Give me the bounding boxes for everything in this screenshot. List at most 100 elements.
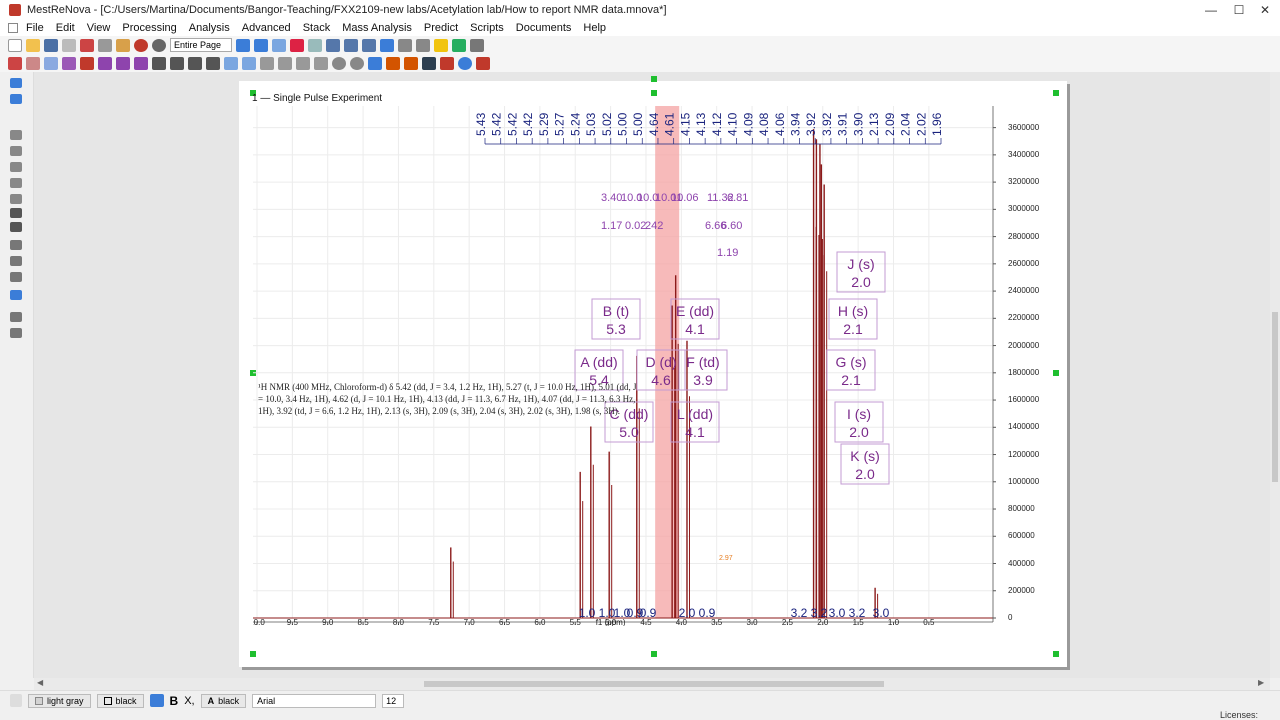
table-panel-icon[interactable]	[10, 290, 22, 300]
line-color-button[interactable]: black	[96, 693, 144, 708]
menu-file[interactable]: File	[20, 22, 50, 34]
gear-icon[interactable]	[332, 56, 346, 70]
fourier-transform-icon[interactable]	[44, 56, 58, 70]
molecule-icon[interactable]	[386, 56, 400, 70]
integration-icon[interactable]	[152, 56, 166, 70]
layers-icon[interactable]	[10, 272, 22, 282]
rectangle-tool-icon[interactable]	[10, 130, 22, 140]
redo-icon[interactable]	[152, 38, 166, 52]
menu-documents[interactable]: Documents	[510, 22, 578, 34]
table-icon[interactable]	[260, 56, 274, 70]
visibility-icon[interactable]	[10, 256, 22, 266]
prediction-icon[interactable]	[314, 56, 328, 70]
paste-icon[interactable]	[116, 38, 130, 52]
text-tool-icon[interactable]	[10, 162, 22, 172]
info-icon[interactable]	[458, 56, 472, 70]
save-icon[interactable]	[44, 38, 58, 52]
assignment-icon[interactable]	[404, 56, 418, 70]
zoom-in-icon[interactable]	[254, 38, 268, 52]
page-zoom-select[interactable]: Entire Page	[170, 38, 232, 52]
crosshair-icon[interactable]	[380, 38, 394, 52]
run-icon[interactable]	[452, 38, 466, 52]
resize-handle[interactable]	[1053, 651, 1059, 657]
minimize-button[interactable]: —	[1196, 0, 1226, 20]
open-folder-icon[interactable]	[26, 38, 40, 52]
horizontal-scroll-thumb[interactable]	[424, 681, 884, 687]
resize-handle[interactable]	[1053, 370, 1059, 376]
fill-color-button[interactable]: light gray	[28, 693, 91, 708]
font-color-button[interactable]: A black	[200, 693, 247, 708]
superimpose-icon[interactable]	[242, 56, 256, 70]
flip-icon[interactable]	[10, 240, 22, 250]
spectrum-view-icon[interactable]	[362, 38, 376, 52]
report-icon[interactable]	[278, 56, 292, 70]
bold-button[interactable]: B	[170, 694, 179, 708]
multiplet-analysis-icon[interactable]	[188, 56, 202, 70]
f2-axis-icon[interactable]	[26, 56, 40, 70]
resize-handle[interactable]	[651, 651, 657, 657]
nmr-report-text[interactable]: ¹H NMR (400 MHz, Chloroform-d) δ 5.42 (d…	[258, 381, 638, 417]
undo-icon[interactable]	[134, 38, 148, 52]
print-preview-icon[interactable]	[80, 38, 94, 52]
list-panel-icon[interactable]	[10, 94, 22, 104]
horizontal-scrollbar[interactable]: ◀ ▶	[34, 678, 1270, 690]
select-tool-icon[interactable]	[236, 38, 250, 52]
f1-axis-icon[interactable]	[8, 56, 22, 70]
copy-icon[interactable]	[98, 38, 112, 52]
zoom-out-icon[interactable]	[290, 38, 304, 52]
scroll-left-icon[interactable]: ◀	[37, 678, 43, 687]
fit-icon[interactable]	[416, 38, 430, 52]
pan-icon[interactable]	[308, 38, 322, 52]
close-button[interactable]: ✕	[1250, 0, 1280, 20]
arrow-icon[interactable]	[422, 56, 436, 70]
pointer-icon[interactable]	[10, 694, 22, 707]
new-document-icon[interactable]	[8, 38, 22, 52]
vertical-scroll-thumb[interactable]	[1272, 312, 1278, 482]
verify-icon[interactable]	[440, 56, 454, 70]
menu-help[interactable]: Help	[577, 22, 612, 34]
menu-edit[interactable]: Edit	[50, 22, 81, 34]
search-icon[interactable]	[368, 56, 382, 70]
menu-stack[interactable]: Stack	[297, 22, 337, 34]
font-family-select[interactable]: Arial	[252, 693, 377, 708]
align-icon[interactable]	[10, 222, 22, 232]
baseline-correction-icon[interactable]	[116, 56, 130, 70]
subscript-button[interactable]: X,	[184, 695, 194, 707]
pin-icon[interactable]	[10, 328, 22, 338]
resize-handle[interactable]	[1053, 90, 1059, 96]
menu-view[interactable]: View	[81, 22, 117, 34]
menu-scripts[interactable]: Scripts	[464, 22, 510, 34]
menu-advanced[interactable]: Advanced	[236, 22, 297, 34]
nmr-spectrum-chart[interactable]: 5.43 5.42 5.42 5.42 5.29 5.27 5.24 5.03 5.02 5.00…	[253, 106, 1003, 626]
print-icon[interactable]	[62, 38, 76, 52]
font-size-select[interactable]: 12	[382, 693, 405, 708]
structure-icon[interactable]	[296, 56, 310, 70]
scale-tool-icon[interactable]	[398, 38, 412, 52]
stack-view-icon[interactable]	[224, 56, 238, 70]
menu-analysis[interactable]: Analysis	[183, 22, 236, 34]
vertical-scrollbar[interactable]	[1270, 72, 1280, 678]
image-tool-icon[interactable]	[10, 194, 22, 204]
menu-processing[interactable]: Processing	[116, 22, 182, 34]
bar-chart-icon[interactable]	[326, 38, 340, 52]
settings-icon[interactable]	[350, 56, 364, 70]
j-coupling-icon[interactable]	[206, 56, 220, 70]
phase-correction-icon[interactable]	[98, 56, 112, 70]
line-tool-icon[interactable]	[10, 146, 22, 156]
vertical-scale-icon[interactable]	[344, 38, 358, 52]
resize-handle[interactable]	[250, 651, 256, 657]
pages-panel-icon[interactable]	[10, 78, 22, 88]
zero-filling-icon[interactable]	[80, 56, 94, 70]
resize-handle[interactable]	[651, 90, 657, 96]
menu-mass-analysis[interactable]: Mass Analysis	[336, 22, 418, 34]
menu-predict[interactable]: Predict	[418, 22, 464, 34]
scroll-right-icon[interactable]: ▶	[1258, 678, 1264, 687]
plugin-icon[interactable]	[476, 56, 490, 70]
resize-handle[interactable]	[651, 76, 657, 82]
document-menu-icon[interactable]	[8, 23, 18, 33]
apodization-icon[interactable]	[62, 56, 76, 70]
delete-icon[interactable]	[10, 208, 22, 218]
peak-picking-icon[interactable]	[170, 56, 184, 70]
script-icon[interactable]	[434, 38, 448, 52]
referencing-icon[interactable]	[134, 56, 148, 70]
